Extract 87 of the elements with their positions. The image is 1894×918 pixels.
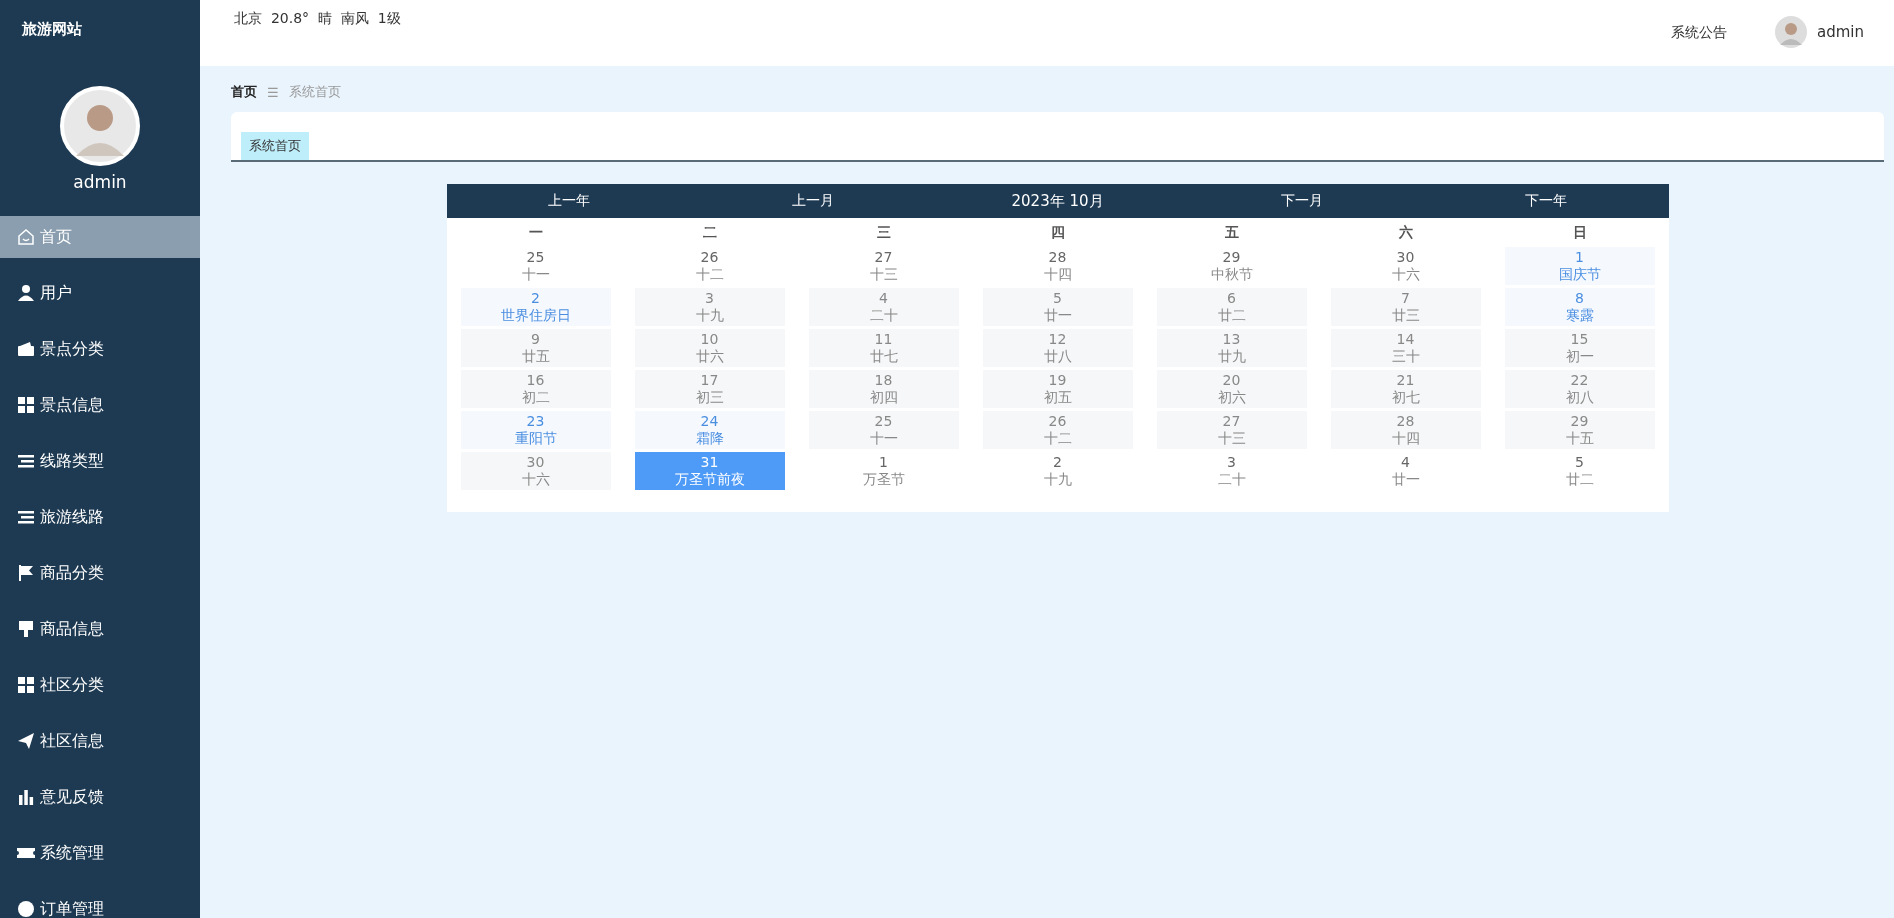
calendar-day[interactable]: 29 中秋节 (1156, 247, 1307, 285)
calendar-day[interactable]: 19 初五 (982, 370, 1133, 408)
user-name[interactable]: admin (1817, 23, 1864, 41)
calendar-day[interactable]: 1 万圣节 (808, 452, 959, 490)
avatar-icon (1775, 16, 1807, 48)
calendar-day[interactable]: 30 十六 (1330, 247, 1481, 285)
weekday-label: 二 (701, 223, 718, 242)
site-title: 旅游网站 (21, 19, 83, 40)
calendar-day[interactable]: 20 初六 (1156, 370, 1307, 408)
calendar-day[interactable]: 11 廿七 (808, 329, 959, 367)
calendar-nav-button[interactable]: 下一年 (1424, 192, 1669, 210)
breadcrumb-home[interactable]: 首页 (231, 83, 257, 101)
weekday-label: 六 (1397, 223, 1414, 242)
user-name: admin (73, 172, 127, 192)
calendar-day[interactable]: 14 三十 (1330, 329, 1481, 367)
calendar-day[interactable]: 27 十三 (1156, 411, 1307, 449)
weekday-label: 一 (527, 223, 544, 242)
weather-text: 北京 20.8° 晴 南风 1级 (234, 10, 401, 28)
send-icon (16, 731, 36, 751)
calendar-day[interactable]: 1 国庆节 (1504, 247, 1655, 285)
menu-item[interactable]: 社区分类 (0, 664, 200, 706)
weekday-label: 三 (875, 223, 892, 242)
calendar-day[interactable]: 21 初七 (1330, 370, 1481, 408)
menu-item[interactable]: 线路类型 (0, 440, 200, 482)
calendar-day[interactable]: 30 十六 (460, 452, 611, 490)
menu-item[interactable]: 商品信息 (0, 608, 200, 650)
calendar-day[interactable]: 13 廿九 (1156, 329, 1307, 367)
notice-link[interactable]: 系统公告 (1671, 24, 1727, 42)
calendar-day[interactable]: 3 二十 (1156, 452, 1307, 490)
calendar-day[interactable]: 15 初一 (1504, 329, 1655, 367)
menu-item[interactable]: 商品分类 (0, 552, 200, 594)
calendar-day[interactable]: 18 初四 (808, 370, 959, 408)
calendar-day[interactable]: 6 廿二 (1156, 288, 1307, 326)
weekday-label: 日 (1571, 223, 1588, 242)
grid-icon (16, 675, 36, 695)
menu-item[interactable]: 系统管理 (0, 832, 200, 874)
calendar-day[interactable]: 17 初三 (634, 370, 785, 408)
menu-item[interactable]: 首页 (0, 216, 200, 258)
breadcrumb-separator: ☰ (267, 84, 279, 100)
menu-item[interactable]: 订单管理 (0, 888, 200, 918)
calendar-day[interactable]: 25 十一 (460, 247, 611, 285)
calendar-day[interactable]: 28 十四 (982, 247, 1133, 285)
calendar-day[interactable]: 5 廿二 (1504, 452, 1655, 490)
grid-icon (16, 395, 36, 415)
calendar-day[interactable]: 27 十三 (808, 247, 959, 285)
calendar-day[interactable]: 16 初二 (460, 370, 611, 408)
calendar-day[interactable]: 22 初八 (1504, 370, 1655, 408)
calendar-day[interactable]: 31 万圣节前夜 (634, 452, 785, 490)
tab[interactable]: 系统首页 (241, 132, 309, 160)
calendar-day[interactable]: 7 廿三 (1330, 288, 1481, 326)
menu-item[interactable]: 意见反馈 (0, 776, 200, 818)
calendar-day[interactable]: 5 廿一 (982, 288, 1133, 326)
menu-item[interactable]: 社区信息 (0, 720, 200, 762)
menu-item[interactable]: 景点分类 (0, 328, 200, 370)
calendar-day[interactable]: 24 霜降 (634, 411, 785, 449)
user-icon (16, 283, 36, 303)
bar-chart-icon (16, 787, 36, 807)
calendar-day[interactable]: 10 廿六 (634, 329, 785, 367)
calendar-day[interactable]: 26 十二 (634, 247, 785, 285)
home-icon (16, 227, 36, 247)
calendar-day[interactable]: 3 十九 (634, 288, 785, 326)
breadcrumb-current: 系统首页 (288, 83, 341, 101)
circle-icon (16, 899, 36, 918)
calendar-title: 2023年 10月 (1010, 191, 1105, 211)
calendar-day[interactable]: 4 二十 (808, 288, 959, 326)
calendar-day[interactable]: 8 寒露 (1504, 288, 1655, 326)
calendar-day[interactable]: 12 廿八 (982, 329, 1133, 367)
calendar-day[interactable]: 29 十五 (1504, 411, 1655, 449)
weekday-label: 五 (1223, 223, 1240, 242)
calendar-day[interactable]: 28 十四 (1330, 411, 1481, 449)
calendar-nav-button[interactable]: 上一月 (690, 192, 936, 210)
calendar-day[interactable]: 25 十一 (808, 411, 959, 449)
avatar-icon (60, 86, 140, 166)
menu-item[interactable]: 用户 (0, 272, 200, 314)
flag-icon (16, 563, 36, 583)
calendar-day[interactable]: 2 世界住房日 (460, 288, 611, 326)
calendar-day[interactable]: 9 廿五 (460, 329, 611, 367)
calendar-day[interactable]: 26 十二 (982, 411, 1133, 449)
calendar-nav-button[interactable]: 上一年 (446, 192, 691, 210)
menu-item[interactable]: 旅游线路 (0, 496, 200, 538)
calendar-nav-button[interactable]: 下一月 (1179, 192, 1425, 210)
calendar-day[interactable]: 23 重阳节 (460, 411, 611, 449)
calendar-day[interactable]: 4 廿一 (1330, 452, 1481, 490)
wallet-icon (16, 339, 36, 359)
menu-item[interactable]: 景点信息 (0, 384, 200, 426)
weekday-label: 四 (1049, 223, 1066, 242)
calendar-day[interactable]: 2 十九 (982, 452, 1133, 490)
